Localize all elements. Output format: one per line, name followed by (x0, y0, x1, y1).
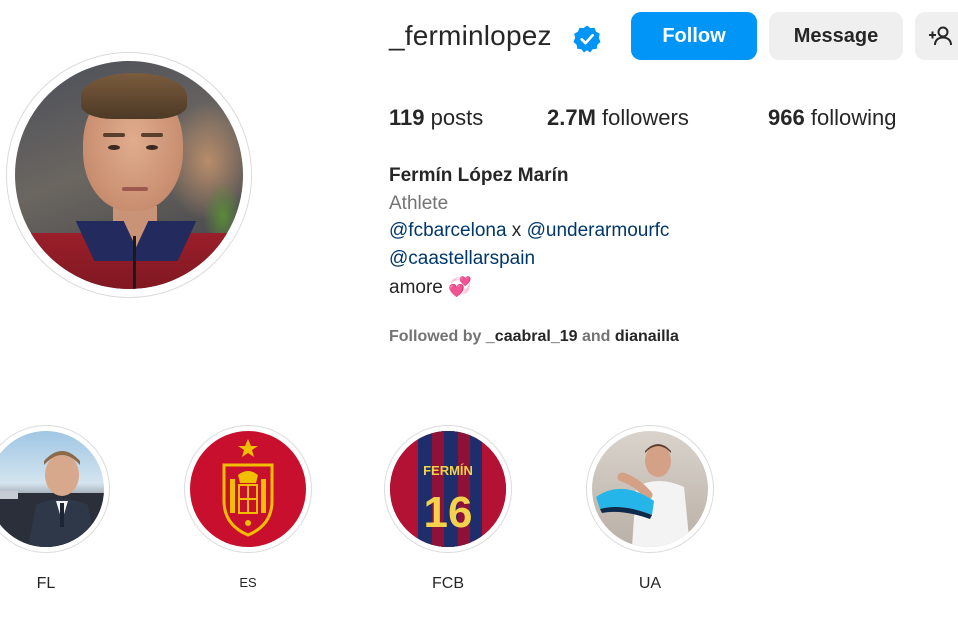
full-name: Fermín López Marín (389, 165, 569, 186)
highlight-es-label: ES (239, 575, 257, 590)
bio-mention-line-2: @caastellarspain (389, 248, 535, 270)
spain-crest-icon (222, 439, 274, 537)
category-label: Athlete (389, 193, 449, 214)
avatar[interactable] (15, 61, 243, 289)
highlight-ua-label: UA (638, 575, 662, 592)
highlight-fl-label: FL (36, 575, 56, 592)
message-button[interactable]: Message (769, 12, 903, 60)
hearts-emoji-icon: 💞 (448, 277, 472, 298)
follow-button[interactable]: Follow (631, 12, 757, 60)
mention-fcbarcelona[interactable]: @fcbarcelona (389, 220, 507, 241)
jersey-icon: FERMÍN 16 (390, 431, 506, 547)
bio-text-line: amore 💞 (389, 277, 472, 298)
highlight-es-thumbnail (190, 431, 306, 547)
posts-count: 119 posts (389, 105, 484, 130)
highlight-fcb-label: FCB (432, 575, 464, 592)
bio-mentions-line: @fcbarcelona x @underarmourfc (389, 220, 670, 241)
svg-text:FERMÍN: FERMÍN (423, 463, 473, 478)
mention-underarmourfc[interactable]: @underarmourfc (527, 220, 670, 241)
followed-by-user-2: dianailla (614, 328, 679, 345)
username: _ferminlopez (389, 20, 552, 51)
followers-link[interactable]: 2.7M followers (547, 105, 689, 131)
person-plus-icon (929, 26, 952, 46)
highlight-ua-thumbnail (592, 431, 708, 547)
highlight-fcb-thumbnail: FERMÍN 16 (390, 431, 506, 547)
suggest-user-button[interactable] (915, 12, 958, 60)
followed-by-user-1: _caabral_19 (485, 328, 578, 345)
following-link[interactable]: 966 following (768, 105, 896, 131)
svg-text:16: 16 (424, 488, 473, 537)
mention-caastellarspain[interactable]: @caastellarspain (389, 248, 535, 269)
followed-by-line[interactable]: Followed by _caabral_19 and dianailla (389, 328, 679, 346)
verified-badge-icon (573, 25, 601, 53)
